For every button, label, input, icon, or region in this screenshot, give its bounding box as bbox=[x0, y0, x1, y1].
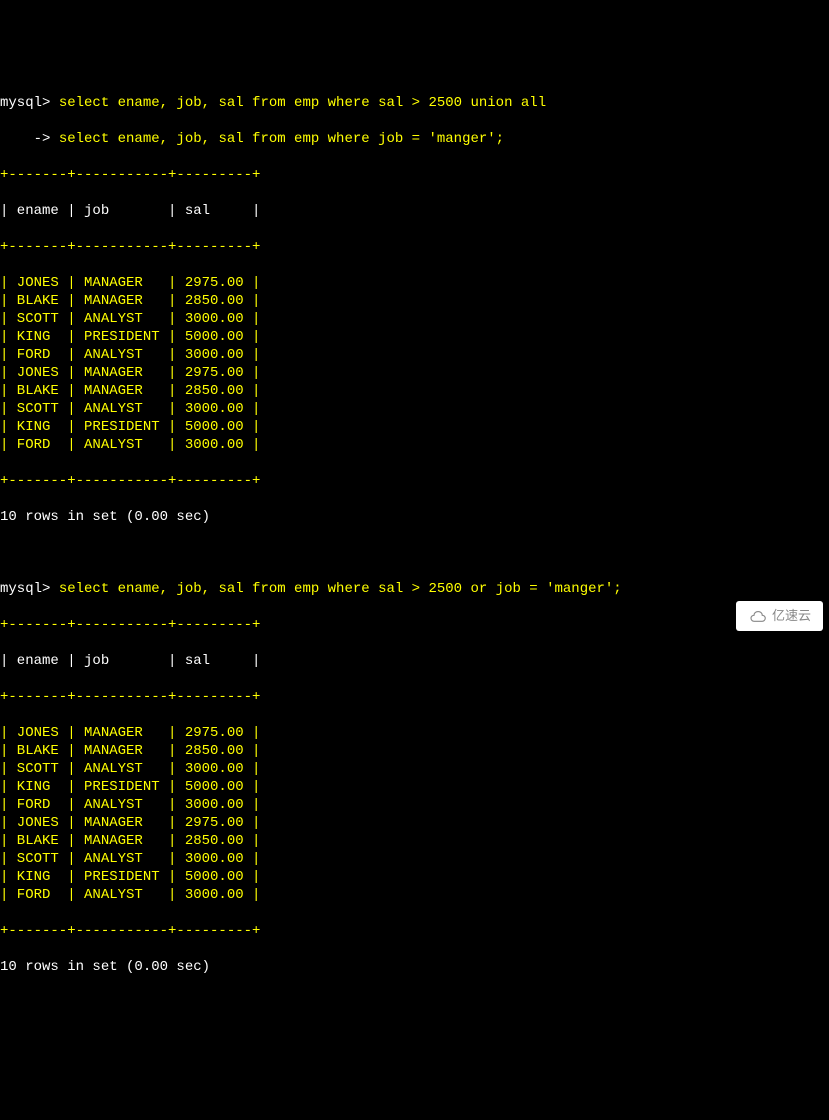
cloud-icon bbox=[748, 610, 766, 622]
table-row: | FORD | ANALYST | 3000.00 | bbox=[0, 796, 829, 814]
table-row: | JONES | MANAGER | 2975.00 | bbox=[0, 724, 829, 742]
table-border-top: +-------+-----------+---------+ bbox=[0, 166, 829, 184]
watermark-badge: 亿速云 bbox=[736, 601, 823, 631]
continuation-prompt: -> bbox=[0, 131, 59, 147]
table-row: | JONES | MANAGER | 2975.00 | bbox=[0, 274, 829, 292]
mysql-prompt: mysql> bbox=[0, 581, 59, 597]
table-row: | BLAKE | MANAGER | 2850.00 | bbox=[0, 382, 829, 400]
sql-query-text: select ename, job, sal from emp where sa… bbox=[59, 95, 546, 111]
sql-query-text: select ename, job, sal from emp where jo… bbox=[59, 131, 504, 147]
table-row: | BLAKE | MANAGER | 2850.00 | bbox=[0, 742, 829, 760]
table-row: | JONES | MANAGER | 2975.00 | bbox=[0, 364, 829, 382]
blank-line bbox=[0, 544, 829, 562]
result-message: 10 rows in set (0.00 sec) bbox=[0, 958, 829, 976]
table-row: | FORD | ANALYST | 3000.00 | bbox=[0, 436, 829, 454]
table-border-mid: +-------+-----------+---------+ bbox=[0, 688, 829, 706]
table-row: | KING | PRESIDENT | 5000.00 | bbox=[0, 868, 829, 886]
query1-line1: mysql> select ename, job, sal from emp w… bbox=[0, 94, 829, 112]
table-row: | SCOTT | ANALYST | 3000.00 | bbox=[0, 310, 829, 328]
table-row: | FORD | ANALYST | 3000.00 | bbox=[0, 346, 829, 364]
table-border-top: +-------+-----------+---------+ bbox=[0, 616, 829, 634]
table-row: | BLAKE | MANAGER | 2850.00 | bbox=[0, 832, 829, 850]
table-border-bottom: +-------+-----------+---------+ bbox=[0, 922, 829, 940]
table-row: | FORD | ANALYST | 3000.00 | bbox=[0, 886, 829, 904]
sql-query-text: select ename, job, sal from emp where sa… bbox=[59, 581, 622, 597]
table-row: | KING | PRESIDENT | 5000.00 | bbox=[0, 778, 829, 796]
table-row: | JONES | MANAGER | 2975.00 | bbox=[0, 814, 829, 832]
table-border-bottom: +-------+-----------+---------+ bbox=[0, 472, 829, 490]
table-row: | KING | PRESIDENT | 5000.00 | bbox=[0, 328, 829, 346]
query1-line2: -> select ename, job, sal from emp where… bbox=[0, 130, 829, 148]
watermark-text: 亿速云 bbox=[772, 607, 811, 625]
terminal-output: mysql> select ename, job, sal from emp w… bbox=[0, 72, 829, 994]
result-message: 10 rows in set (0.00 sec) bbox=[0, 508, 829, 526]
table-header-row: | ename | job | sal | bbox=[0, 202, 829, 220]
mysql-prompt: mysql> bbox=[0, 95, 59, 111]
table-row: | SCOTT | ANALYST | 3000.00 | bbox=[0, 760, 829, 778]
table-row: | SCOTT | ANALYST | 3000.00 | bbox=[0, 400, 829, 418]
table-row: | BLAKE | MANAGER | 2850.00 | bbox=[0, 292, 829, 310]
table2-body: | JONES | MANAGER | 2975.00 || BLAKE | M… bbox=[0, 724, 829, 904]
table-row: | SCOTT | ANALYST | 3000.00 | bbox=[0, 850, 829, 868]
table-header-row: | ename | job | sal | bbox=[0, 652, 829, 670]
table-row: | KING | PRESIDENT | 5000.00 | bbox=[0, 418, 829, 436]
table1-body: | JONES | MANAGER | 2975.00 || BLAKE | M… bbox=[0, 274, 829, 454]
table-border-mid: +-------+-----------+---------+ bbox=[0, 238, 829, 256]
query2-line1: mysql> select ename, job, sal from emp w… bbox=[0, 580, 829, 598]
